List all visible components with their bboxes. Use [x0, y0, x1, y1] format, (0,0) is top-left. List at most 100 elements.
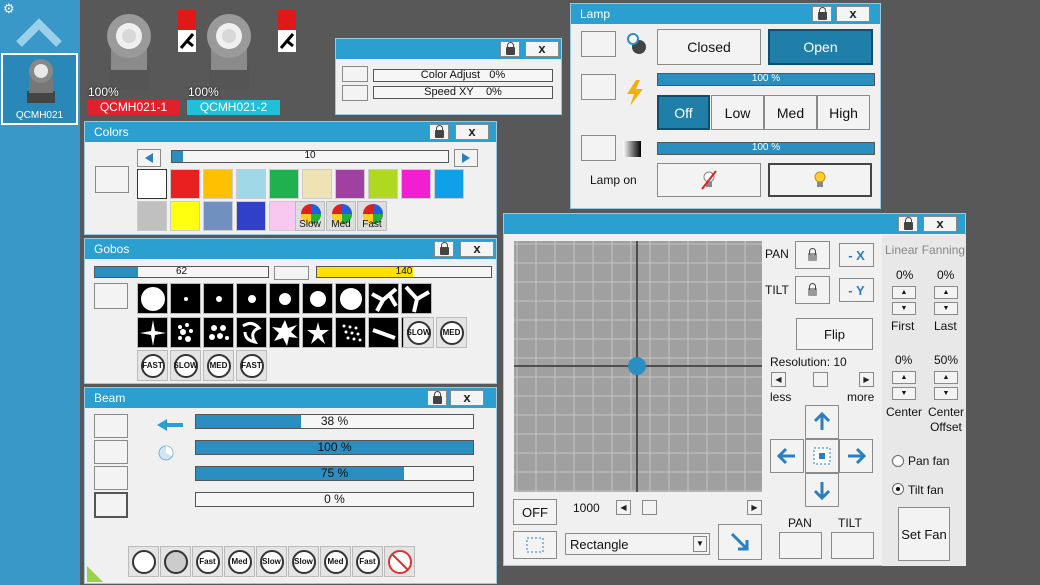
- gobo-button[interactable]: [170, 283, 201, 314]
- speed-right-button[interactable]: ▶: [747, 500, 762, 515]
- color-swatch[interactable]: [302, 169, 332, 199]
- close-icon[interactable]: x: [455, 124, 489, 140]
- gobo-button[interactable]: [203, 317, 234, 348]
- beam-effect-button[interactable]: Med: [224, 546, 255, 577]
- color-swatch[interactable]: [203, 201, 233, 231]
- beam-effect-button[interactable]: Fast: [352, 546, 383, 577]
- color-swatch[interactable]: [203, 169, 233, 199]
- color-select-button[interactable]: [95, 166, 129, 193]
- beam-bar[interactable]: 100 %: [195, 440, 474, 455]
- lock-icon[interactable]: [500, 41, 520, 57]
- color-next-button[interactable]: [454, 149, 478, 167]
- color-swatch[interactable]: [236, 169, 266, 199]
- gobo-button[interactable]: [368, 283, 399, 314]
- lamp-off-button[interactable]: [657, 163, 761, 197]
- move-down-button[interactable]: [805, 473, 839, 507]
- gobo-rotation-button[interactable]: MED: [436, 317, 467, 348]
- speed-slider-thumb[interactable]: [642, 500, 657, 515]
- gobo-button[interactable]: [170, 317, 201, 348]
- color-wheel-button[interactable]: Slow: [295, 201, 325, 231]
- lock-icon[interactable]: [427, 390, 447, 406]
- color-swatch[interactable]: [368, 169, 398, 199]
- beam-bar[interactable]: 0 %: [195, 492, 474, 507]
- gobo-button[interactable]: [137, 317, 168, 348]
- gobo-button[interactable]: [335, 283, 366, 314]
- tilt-lock-button[interactable]: [795, 276, 830, 304]
- lock-icon[interactable]: [434, 241, 454, 257]
- pan-effect-button[interactable]: [779, 532, 822, 559]
- color-swatch[interactable]: [236, 201, 266, 231]
- color-swatch[interactable]: [269, 169, 299, 199]
- gobo-rotation-button[interactable]: SLOW: [170, 350, 201, 381]
- gobo-middle-button[interactable]: [274, 266, 309, 280]
- color-swatch[interactable]: [401, 169, 431, 199]
- pan-lock-button[interactable]: [795, 241, 830, 269]
- invert-x-button[interactable]: - X: [839, 243, 874, 267]
- gobo-button[interactable]: [302, 283, 333, 314]
- set-fan-button[interactable]: Set Fan: [898, 507, 950, 561]
- color-swatch[interactable]: [137, 169, 167, 199]
- lock-icon[interactable]: [429, 124, 449, 140]
- gobo-rotation-button[interactable]: SLOW: [403, 317, 434, 348]
- gobo-button[interactable]: [236, 283, 267, 314]
- invert-y-button[interactable]: - Y: [839, 278, 874, 302]
- color-adjust-bar[interactable]: Color Adjust 0%: [373, 69, 553, 82]
- lamp-on-button[interactable]: [768, 163, 872, 197]
- move-right-button[interactable]: [839, 439, 873, 473]
- effect-off-button[interactable]: OFF: [513, 499, 557, 525]
- resize-grip-icon[interactable]: [85, 564, 105, 584]
- color-swatch[interactable]: [137, 201, 167, 231]
- shape-select[interactable]: Rectangle ▼: [565, 533, 710, 555]
- strobe-med-button[interactable]: Med: [764, 95, 817, 130]
- beam-effect-button[interactable]: [384, 546, 415, 577]
- position-dot[interactable]: [628, 357, 646, 375]
- shape-button[interactable]: [513, 531, 557, 559]
- color-prev-button[interactable]: [137, 149, 161, 167]
- fixture-thumbnail[interactable]: QCMH021: [1, 53, 78, 125]
- beam-button-1[interactable]: [94, 414, 128, 438]
- move-up-button[interactable]: [805, 405, 839, 439]
- dimmer-button[interactable]: [581, 135, 616, 161]
- resolution-less-button[interactable]: ◀: [771, 372, 786, 387]
- strobe-low-button[interactable]: Low: [711, 95, 764, 130]
- speed-xy-bar[interactable]: Speed XY 0%: [373, 86, 553, 99]
- color-swatch[interactable]: [335, 169, 365, 199]
- offset-up-button[interactable]: ▲: [934, 371, 958, 384]
- apply-shape-button[interactable]: [718, 524, 762, 560]
- beam-button-2[interactable]: [94, 440, 128, 464]
- beam-effect-button[interactable]: Slow: [256, 546, 287, 577]
- tilt-fan-radio[interactable]: [892, 483, 904, 495]
- gobo-slider[interactable]: 62: [94, 266, 269, 278]
- gobo-rotation-slider[interactable]: 140: [316, 266, 492, 278]
- beam-effect-button[interactable]: Med: [320, 546, 351, 577]
- strobe-button[interactable]: [581, 74, 616, 100]
- gobo-rotation-button[interactable]: FAST: [236, 350, 267, 381]
- strobe-bar[interactable]: 100 %: [657, 73, 875, 86]
- gobo-rotation-button[interactable]: FAST: [137, 350, 168, 381]
- gobo-button[interactable]: [335, 317, 366, 348]
- beam-bar[interactable]: 38 %: [195, 414, 474, 429]
- pan-fan-radio[interactable]: [892, 455, 904, 467]
- last-up-button[interactable]: ▲: [934, 286, 958, 299]
- gobo-button[interactable]: [302, 317, 333, 348]
- center-button[interactable]: [805, 439, 839, 473]
- pan-tilt-grid[interactable]: [514, 241, 762, 492]
- gobo-button[interactable]: [368, 317, 399, 348]
- gobo-button[interactable]: [269, 317, 300, 348]
- color-swatch[interactable]: [170, 169, 200, 199]
- move-left-button[interactable]: [770, 439, 804, 473]
- strobe-high-button[interactable]: High: [817, 95, 870, 130]
- center-down-button[interactable]: ▼: [892, 387, 916, 400]
- gobo-button[interactable]: [203, 283, 234, 314]
- beam-effect-button[interactable]: [160, 546, 191, 577]
- gobo-button[interactable]: [137, 283, 168, 314]
- beam-effect-button[interactable]: [128, 546, 159, 577]
- gobo-button[interactable]: [269, 283, 300, 314]
- gobo-select-button[interactable]: [94, 283, 128, 309]
- last-down-button[interactable]: ▼: [934, 302, 958, 315]
- fixture-2[interactable]: 100% QCMH021-2: [187, 8, 296, 116]
- gobo-button[interactable]: [236, 317, 267, 348]
- close-icon[interactable]: x: [450, 390, 484, 406]
- color-swatch[interactable]: [434, 169, 464, 199]
- lock-icon[interactable]: [898, 216, 918, 232]
